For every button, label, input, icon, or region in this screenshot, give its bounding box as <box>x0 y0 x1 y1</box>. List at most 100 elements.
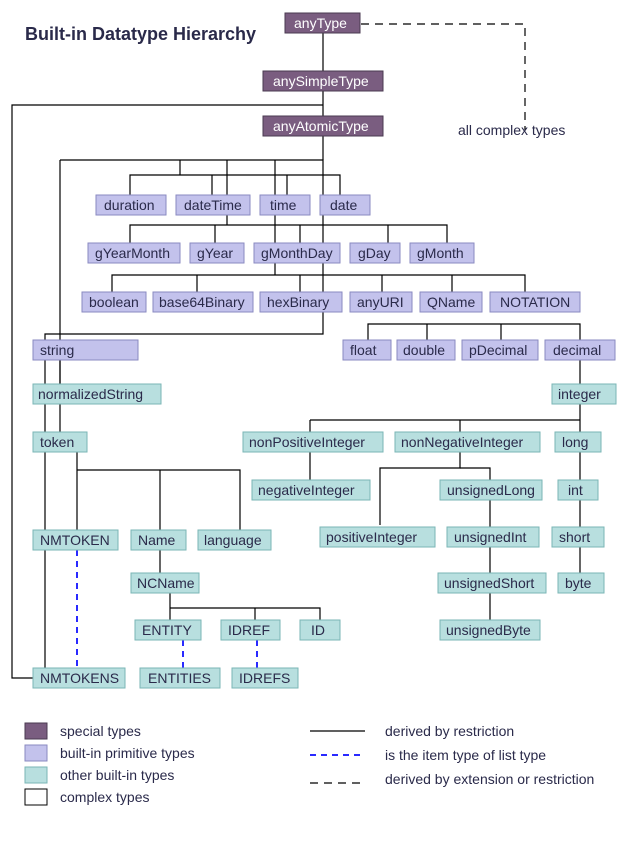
svg-text:double: double <box>403 342 445 358</box>
svg-text:built-in primitive types: built-in primitive types <box>60 745 195 761</box>
node-token: token <box>33 432 87 452</box>
svg-text:long: long <box>562 434 588 450</box>
node-unsignedShort: unsignedShort <box>438 573 546 593</box>
svg-text:string: string <box>40 342 74 358</box>
node-language: language <box>198 530 271 550</box>
node-ENTITIES: ENTITIES <box>140 668 220 688</box>
svg-text:special types: special types <box>60 723 141 739</box>
svg-text:IDREF: IDREF <box>228 622 270 638</box>
node-QName: QName <box>420 292 482 312</box>
node-gYear: gYear <box>190 243 244 263</box>
node-gMonthDay: gMonthDay <box>254 243 340 263</box>
svg-text:ENTITIES: ENTITIES <box>148 670 211 686</box>
svg-text:gMonth: gMonth <box>417 245 464 261</box>
node-boolean: boolean <box>82 292 146 312</box>
node-nonNegativeInteger: nonNegativeInteger <box>395 432 540 452</box>
svg-text:boolean: boolean <box>89 294 139 310</box>
complex-types-label: all complex types <box>458 122 565 138</box>
svg-text:NOTATION: NOTATION <box>500 294 570 310</box>
node-gDay: gDay <box>350 243 400 263</box>
node-anyURI: anyURI <box>350 292 412 312</box>
svg-text:nonNegativeInteger: nonNegativeInteger <box>401 434 524 450</box>
svg-text:unsignedLong: unsignedLong <box>447 482 535 498</box>
page-title: Built-in Datatype Hierarchy <box>25 24 256 44</box>
svg-text:short: short <box>559 529 590 545</box>
node-string: string <box>33 340 138 360</box>
svg-text:language: language <box>204 532 262 548</box>
svg-text:other built-in types: other built-in types <box>60 767 174 783</box>
svg-text:byte: byte <box>565 575 592 591</box>
node-unsignedLong: unsignedLong <box>440 480 542 500</box>
svg-text:gYear: gYear <box>197 245 233 261</box>
node-anyType: anyType <box>285 13 360 33</box>
legend: special types built-in primitive types o… <box>25 723 594 805</box>
node-gYearMonth: gYearMonth <box>88 243 180 263</box>
node-ID: ID <box>300 620 340 640</box>
node-base64Binary: base64Binary <box>153 292 253 312</box>
node-IDREFS: IDREFS <box>232 668 298 688</box>
node-date: date <box>320 195 370 215</box>
svg-text:complex types: complex types <box>60 789 149 805</box>
svg-text:dateTime: dateTime <box>184 197 242 213</box>
node-long: long <box>555 432 601 452</box>
diagram-canvas: Built-in Datatype Hierarchy all complex … <box>0 0 629 850</box>
svg-text:time: time <box>270 197 297 213</box>
svg-text:gDay: gDay <box>358 245 391 261</box>
svg-text:anySimpleType: anySimpleType <box>273 73 369 89</box>
node-IDREF: IDREF <box>221 620 280 640</box>
svg-text:NCName: NCName <box>137 575 195 591</box>
node-NMTOKEN: NMTOKEN <box>33 530 118 550</box>
node-negativeInteger: negativeInteger <box>252 480 370 500</box>
node-double: double <box>397 340 455 360</box>
node-int: int <box>558 480 598 500</box>
node-anySimpleType: anySimpleType <box>263 71 383 91</box>
node-Name: Name <box>131 530 186 550</box>
svg-text:integer: integer <box>558 386 601 402</box>
svg-text:anyURI: anyURI <box>357 294 404 310</box>
svg-text:gMonthDay: gMonthDay <box>261 245 333 261</box>
node-anyAtomicType: anyAtomicType <box>263 116 383 136</box>
node-pDecimal: pDecimal <box>462 340 538 360</box>
svg-text:gYearMonth: gYearMonth <box>95 245 170 261</box>
svg-text:duration: duration <box>104 197 155 213</box>
svg-text:decimal: decimal <box>553 342 601 358</box>
svg-text:unsignedInt: unsignedInt <box>454 529 527 545</box>
svg-text:unsignedByte: unsignedByte <box>446 622 531 638</box>
node-decimal: decimal <box>545 340 615 360</box>
svg-text:pDecimal: pDecimal <box>469 342 527 358</box>
svg-text:is the item type of list type: is the item type of list type <box>385 747 546 763</box>
node-float: float <box>343 340 391 360</box>
node-dateTime: dateTime <box>176 195 250 215</box>
svg-text:IDREFS: IDREFS <box>239 670 290 686</box>
svg-text:ID: ID <box>311 622 325 638</box>
node-NCName: NCName <box>131 573 199 593</box>
node-byte: byte <box>558 573 604 593</box>
node-ENTITY: ENTITY <box>135 620 201 640</box>
svg-text:int: int <box>568 482 583 498</box>
svg-text:date: date <box>330 197 357 213</box>
node-hexBinary: hexBinary <box>260 292 342 312</box>
node-time: time <box>260 195 310 215</box>
svg-text:NMTOKEN: NMTOKEN <box>40 532 110 548</box>
svg-text:normalizedString: normalizedString <box>38 386 143 402</box>
svg-text:ENTITY: ENTITY <box>142 622 192 638</box>
node-gMonth: gMonth <box>410 243 474 263</box>
node-short: short <box>552 527 604 547</box>
node-duration: duration <box>96 195 166 215</box>
svg-text:hexBinary: hexBinary <box>267 294 329 310</box>
svg-text:NMTOKENS: NMTOKENS <box>40 670 119 686</box>
svg-text:anyAtomicType: anyAtomicType <box>273 118 369 134</box>
svg-text:nonPositiveInteger: nonPositiveInteger <box>249 434 365 450</box>
svg-text:derived by extension or restri: derived by extension or restriction <box>385 771 594 787</box>
svg-text:derived by restriction: derived by restriction <box>385 723 514 739</box>
svg-text:negativeInteger: negativeInteger <box>258 482 355 498</box>
svg-text:unsignedShort: unsignedShort <box>444 575 534 591</box>
svg-text:anyType: anyType <box>294 15 347 31</box>
node-normalizedString: normalizedString <box>33 384 161 404</box>
node-nonPositiveInteger: nonPositiveInteger <box>243 432 383 452</box>
node-NOTATION: NOTATION <box>490 292 580 312</box>
node-NMTOKENS: NMTOKENS <box>33 668 125 688</box>
svg-text:Name: Name <box>138 532 176 548</box>
svg-text:float: float <box>350 342 377 358</box>
svg-text:base64Binary: base64Binary <box>159 294 245 310</box>
